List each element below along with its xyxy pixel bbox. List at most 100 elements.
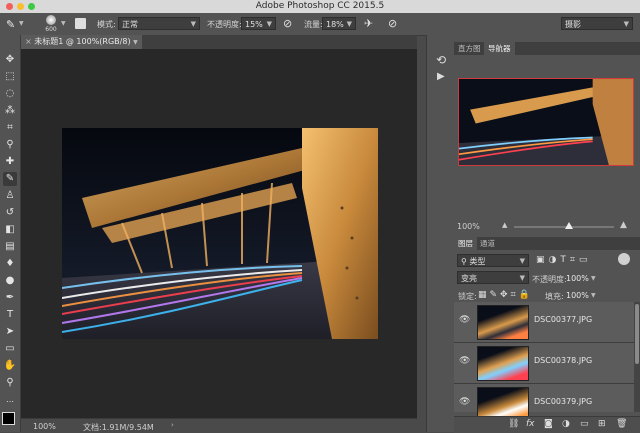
blend-mode-select[interactable]: 变亮 ▼ <box>457 271 529 284</box>
brush-picker-caret-icon[interactable]: ▼ <box>61 20 66 27</box>
workspace-select[interactable]: 摄影 ▼ <box>561 17 633 30</box>
airbrush-icon[interactable]: ✈ <box>364 17 373 30</box>
layer-thumbnail <box>477 346 529 381</box>
document-tab-close-icon[interactable]: × <box>25 37 32 46</box>
panel-icons-column: ⟲ ▶ <box>426 35 456 432</box>
quick-select-tool-icon[interactable]: ⁂ <box>3 104 17 118</box>
pressure-size-icon[interactable]: ⊘ <box>388 17 397 30</box>
navigator-zoom-slider[interactable] <box>514 222 614 229</box>
type-tool-icon[interactable]: T <box>3 308 17 322</box>
blend-mode-value: 变亮 <box>461 274 477 283</box>
crop-tool-icon[interactable]: ⌗ <box>3 121 17 135</box>
chevron-down-icon: ▼ <box>133 39 138 46</box>
pressure-opacity-icon[interactable]: ⊘ <box>283 17 292 30</box>
history-brush-tool-icon[interactable]: ↺ <box>3 206 17 220</box>
link-layers-icon[interactable]: ⛓ <box>508 419 519 429</box>
visibility-eye-icon[interactable]: 👁 <box>459 315 470 325</box>
blur-tool-icon[interactable]: ♦ <box>3 257 17 271</box>
navigator-zoom-value[interactable]: 100% <box>457 222 480 231</box>
layer-opacity-value[interactable]: 100% <box>566 274 589 283</box>
layer-name[interactable]: DSC00379.JPG <box>534 397 592 406</box>
chevron-down-icon: ▼ <box>519 274 525 282</box>
brush-tool-icon[interactable]: ✎ <box>6 18 15 31</box>
fx-icon[interactable]: fx <box>526 419 535 429</box>
tab-histogram[interactable]: 直方图 <box>454 42 485 55</box>
new-group-icon[interactable]: ▭ <box>580 419 589 429</box>
opacity-field[interactable]: 15% ▼ <box>241 17 276 30</box>
foreground-color-swatch[interactable] <box>2 412 15 425</box>
chevron-down-icon: ▼ <box>190 20 196 28</box>
trash-icon[interactable]: 🗑 <box>616 419 627 429</box>
brush-tool-icon[interactable]: ✎ <box>3 172 17 186</box>
filter-toggle-icon[interactable] <box>618 253 630 265</box>
lock-label: 锁定: <box>458 292 477 301</box>
layer-row[interactable]: 👁 DSC00377.JPG <box>454 302 640 343</box>
layer-name[interactable]: DSC00377.JPG <box>534 315 592 324</box>
layers-scrollbar[interactable] <box>634 302 640 412</box>
adjustment-layer-icon[interactable]: ◑ <box>562 419 570 429</box>
move-tool-icon[interactable]: ✥ <box>3 53 17 67</box>
tools-panel: ✥ ⬚ ◌ ⁂ ⌗ ⚲ ✚ ✎ ♙ ↺ ◧ ▤ ♦ ● ✒ T ➤ ▭ ✋ ⚲ … <box>0 35 21 432</box>
tab-navigator[interactable]: 导航器 <box>484 42 515 55</box>
chevron-down-icon[interactable]: ▼ <box>591 275 596 282</box>
actions-play-icon[interactable]: ▶ <box>437 71 445 82</box>
more-tools-icon[interactable]: … <box>3 393 17 407</box>
new-layer-icon[interactable]: ⊞ <box>598 419 606 429</box>
zoom-tool-icon[interactable]: ⚲ <box>3 376 17 390</box>
pen-tool-icon[interactable]: ✒ <box>3 291 17 305</box>
add-mask-icon[interactable]: ◙ <box>544 419 553 429</box>
layer-thumbnail <box>477 305 529 340</box>
tab-layers[interactable]: 图层 <box>454 237 477 250</box>
opacity-label: 不透明度: <box>207 20 242 29</box>
options-bar: ✎ ▼ 600 ▼ 模式: 正常 ▼ 不透明度: 15% ▼ ⊘ 流量: 18% ▼ … <box>0 13 640 36</box>
layer-row[interactable]: 👁 DSC00378.JPG <box>454 343 640 384</box>
mode-select[interactable]: 正常 ▼ <box>118 17 200 30</box>
visibility-eye-icon[interactable]: 👁 <box>459 397 470 407</box>
status-zoom[interactable]: 100% <box>33 422 56 431</box>
fill-value[interactable]: 100% <box>566 291 589 300</box>
navigator-zoom-thumb[interactable] <box>565 222 573 229</box>
flow-label: 流量: <box>304 20 323 29</box>
right-panel: 直方图 导航器 100% ▲ ▲ 图层 通道 ⚲ 类型 ▼ ▣◑T⌗▭ 变亮 ▼ 不… <box>454 35 640 433</box>
layer-name[interactable]: DSC00378.JPG <box>534 356 592 365</box>
lock-icons[interactable]: ▦✎✥⌗🔒 <box>478 290 533 300</box>
eyedropper-tool-icon[interactable]: ⚲ <box>3 138 17 152</box>
chevron-down-icon[interactable]: ▼ <box>591 292 596 299</box>
mode-label: 模式: <box>97 20 116 29</box>
bridge-photo <box>62 128 378 339</box>
lasso-tool-icon[interactable]: ◌ <box>3 87 17 101</box>
zoom-in-icon[interactable]: ▲ <box>620 220 627 230</box>
layer-filter-icons[interactable]: ▣◑T⌗▭ <box>536 255 591 265</box>
history-panel-icon[interactable]: ⟲ <box>436 53 446 67</box>
layer-filter-select[interactable]: ⚲ 类型 ▼ <box>457 254 529 267</box>
healing-brush-tool-icon[interactable]: ✚ <box>3 155 17 169</box>
document-tab[interactable]: × 未标题1 @ 100%(RGB/8) ▼ <box>21 35 142 49</box>
flow-value: 18% <box>326 20 344 29</box>
dodge-tool-icon[interactable]: ● <box>3 274 17 288</box>
navigator-preview[interactable] <box>458 78 634 166</box>
zoom-out-icon[interactable]: ▲ <box>502 221 507 229</box>
canvas-image[interactable] <box>62 128 378 339</box>
window-title: Adobe Photoshop CC 2015.5 <box>255 1 385 11</box>
status-menu-arrow-icon[interactable]: › <box>171 421 174 429</box>
brush-panel-toggle-icon[interactable] <box>75 18 86 29</box>
layer-opacity-label: 不透明度: <box>532 275 567 284</box>
fill-label: 填充: <box>545 292 564 301</box>
brush-size-label: 600 <box>45 26 57 33</box>
tab-channels[interactable]: 通道 <box>476 237 499 250</box>
flow-field[interactable]: 18% ▼ <box>322 17 356 30</box>
chevron-down-icon: ▼ <box>266 20 272 28</box>
tool-preset-caret-icon[interactable]: ▼ <box>19 20 24 27</box>
marquee-tool-icon[interactable]: ⬚ <box>3 70 17 84</box>
layers-scroll-thumb[interactable] <box>635 304 639 364</box>
canvas-area[interactable] <box>21 49 417 418</box>
chevron-down-icon: ▼ <box>519 257 525 265</box>
stamp-tool-icon[interactable]: ♙ <box>3 189 17 203</box>
visibility-eye-icon[interactable]: 👁 <box>459 356 470 366</box>
brush-picker[interactable]: 600 <box>43 14 59 34</box>
gradient-tool-icon[interactable]: ▤ <box>3 240 17 254</box>
eraser-tool-icon[interactable]: ◧ <box>3 223 17 237</box>
path-select-tool-icon[interactable]: ➤ <box>3 325 17 339</box>
rectangle-tool-icon[interactable]: ▭ <box>3 342 17 356</box>
hand-tool-icon[interactable]: ✋ <box>3 359 17 373</box>
